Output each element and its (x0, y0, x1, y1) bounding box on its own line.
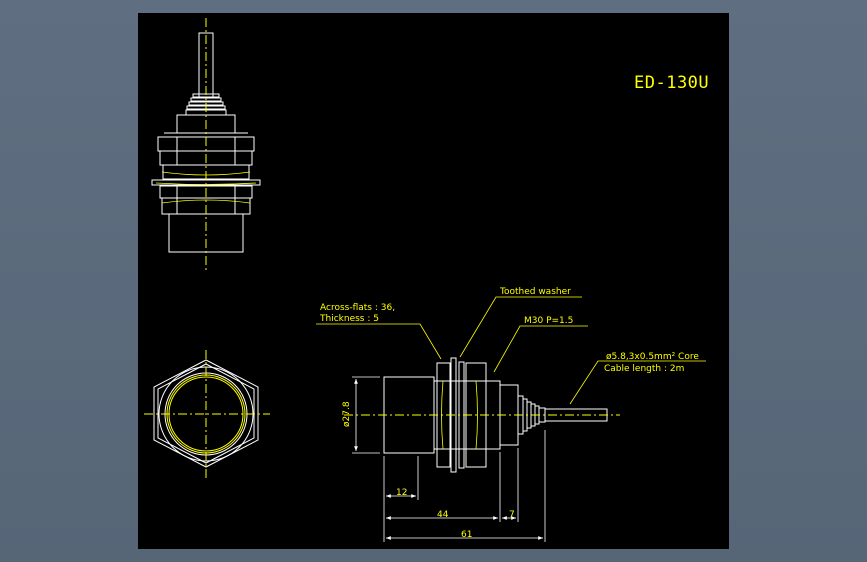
technical-drawing: ED-130U ø27.8 12 44 7 61 Across-flats: … (144, 18, 709, 542)
dim-12: 12 (396, 488, 407, 498)
dim-7: 7 (509, 510, 515, 520)
callout-across-flats: Across-flats : 36, (320, 303, 395, 313)
cad-viewport[interactable]: ED-130U ø27.8 12 44 7 61 Across-flats: … (138, 13, 729, 549)
dim-61: 61 (461, 530, 472, 540)
callout-cable-length: Cable length : 2m (604, 364, 684, 374)
callout-toothed-washer: Toothed washer (499, 287, 571, 297)
dim-44: 44 (437, 510, 449, 520)
callout-thickness: Thickness : 5 (319, 314, 379, 324)
drawing-title: ED-130U (634, 73, 709, 93)
callout-thread: M30 P=1.5 (524, 316, 573, 326)
callout-cable-spec: ø5.8,3x0.5mm² Core (606, 352, 699, 362)
dimension-lines (352, 376, 546, 542)
dim-diameter: ø27.8 (342, 401, 352, 427)
